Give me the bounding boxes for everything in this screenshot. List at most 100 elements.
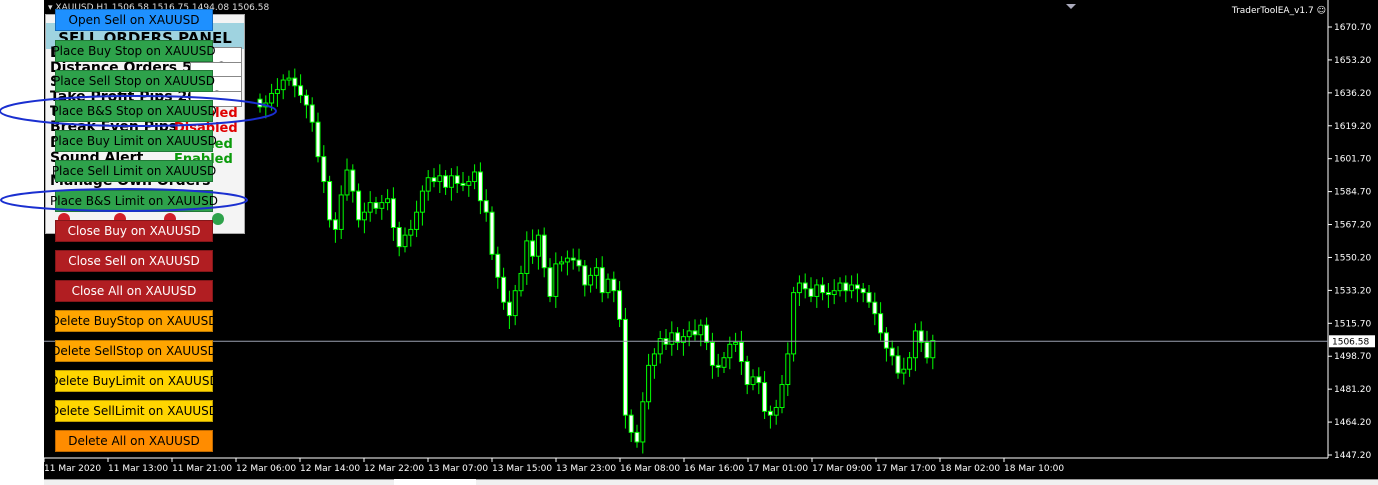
candle-body <box>454 175 460 184</box>
candle-body <box>588 274 594 286</box>
delete-selllimit-on-xauusd-button[interactable]: Delete SellLimit on XAUUSD <box>50 400 218 422</box>
time-tick-label: 17 Mar 17:00 <box>876 464 936 474</box>
candle-body <box>791 292 797 355</box>
candle-body <box>425 177 431 192</box>
price-tick-label: 1636.20 <box>1334 89 1371 99</box>
price-tick-label: 1481.20 <box>1334 385 1371 395</box>
candle-body <box>924 341 930 359</box>
candle-body <box>506 301 512 317</box>
candle-body <box>762 382 768 412</box>
candle-body <box>611 278 617 292</box>
candle-body <box>831 290 837 296</box>
candle-body <box>501 276 507 303</box>
price-tick-label: 1619.20 <box>1334 122 1371 132</box>
close-sell-on-xauusd-button[interactable]: Close Sell on XAUUSD <box>55 250 213 272</box>
place-buy-stop-on-xauusd-button[interactable]: Place Buy Stop on XAUUSD <box>52 40 216 62</box>
candle-body <box>785 353 791 386</box>
candle-body <box>576 259 582 267</box>
price-tick-label: 1653.20 <box>1334 56 1371 66</box>
candle-body <box>669 332 675 345</box>
candle-body <box>727 343 733 359</box>
close-all-on-xauusd-button[interactable]: Close All on XAUUSD <box>55 280 213 302</box>
time-tick-label: 11 Mar 2020 <box>44 464 101 474</box>
place-b-s-limit-on-xauusd-button[interactable]: Place B&S Limit on XAUUSD <box>50 190 218 212</box>
price-tick-label: 1498.70 <box>1334 352 1371 362</box>
candle-body <box>332 219 338 230</box>
close-buy-on-xauusd-button[interactable]: Close Buy on XAUUSD <box>55 220 213 242</box>
candle-body <box>698 324 704 336</box>
candle-body <box>373 202 379 209</box>
delete-sellstop-on-xauusd-button[interactable]: Delete SellStop on XAUUSD <box>51 340 217 362</box>
candle-body <box>686 330 692 338</box>
collapse-triangle-icon[interactable]: ▾ <box>48 3 53 13</box>
time-tick-label: 17 Mar 09:00 <box>812 464 872 474</box>
current-price-label: 1506.58 <box>1332 337 1369 347</box>
delete-buylimit-on-xauusd-button[interactable]: Delete BuyLimit on XAUUSD <box>49 370 219 392</box>
candle-body <box>825 292 831 296</box>
ea-name-label: TraderToolEA_v1.7 ☺ <box>1232 6 1326 16</box>
time-tick-label: 12 Mar 14:00 <box>300 464 360 474</box>
candle-body <box>593 267 599 276</box>
candle-body <box>390 198 396 228</box>
candle-body <box>912 330 918 359</box>
candle-body <box>918 330 924 343</box>
candle-body <box>472 171 478 183</box>
candle-body <box>640 401 646 443</box>
candle-body <box>437 175 443 183</box>
candle-body <box>466 181 472 186</box>
candle-body <box>350 169 356 192</box>
candle-body <box>460 182 466 186</box>
candle-body <box>617 290 623 320</box>
candle-body <box>796 282 802 294</box>
candle-body <box>808 288 814 297</box>
chart-shift-marker-icon[interactable] <box>1066 4 1076 9</box>
time-tick-label: 17 Mar 01:00 <box>748 464 808 474</box>
candle-body <box>431 177 437 183</box>
candle-body <box>570 257 576 261</box>
candle-body <box>553 263 559 297</box>
candle-body <box>321 156 327 183</box>
candle-body <box>443 175 449 188</box>
candle-body <box>721 357 727 368</box>
candle-body <box>802 282 808 290</box>
candle-body <box>582 265 588 286</box>
candle-body <box>837 282 843 292</box>
place-buy-limit-on-xauusd-button[interactable]: Place Buy Limit on XAUUSD <box>51 130 217 152</box>
candle-body <box>263 102 269 108</box>
place-b-s-stop-on-xauusd-button[interactable]: Place B&S Stop on XAUUSD <box>51 100 217 122</box>
candle-body <box>257 98 263 108</box>
time-tick-label: 16 Mar 08:00 <box>620 464 680 474</box>
candle-body <box>379 202 385 209</box>
time-tick-label: 13 Mar 15:00 <box>492 464 552 474</box>
candle-body <box>733 341 739 345</box>
candle-body <box>738 341 744 363</box>
price-tick-label: 1533.20 <box>1334 286 1371 296</box>
price-tick-label: 1515.70 <box>1334 319 1371 329</box>
delete-buystop-on-xauusd-button[interactable]: Delete BuyStop on XAUUSD <box>51 310 217 332</box>
candle-body <box>315 121 321 158</box>
candle-body <box>489 211 495 255</box>
delete-all-on-xauusd-button[interactable]: Delete All on XAUUSD <box>55 430 213 452</box>
price-tick-label: 1447.20 <box>1334 451 1371 461</box>
candle-body <box>367 202 373 213</box>
candle-body <box>280 79 286 91</box>
open-sell-on-xauusd-button[interactable]: Open Sell on XAUUSD <box>55 9 213 31</box>
status-dot-icon[interactable] <box>212 213 224 225</box>
candle-body <box>704 324 710 343</box>
candle-body <box>895 355 901 374</box>
candle-body <box>559 261 565 265</box>
place-sell-limit-on-xauusd-button[interactable]: Place Sell Limit on XAUUSD <box>52 160 216 182</box>
time-tick-label: 13 Mar 07:00 <box>428 464 488 474</box>
candle-body <box>512 290 518 317</box>
candle-body <box>767 410 773 416</box>
place-sell-stop-on-xauusd-button[interactable]: Place Sell Stop on XAUUSD <box>53 70 215 92</box>
scrollbar-right[interactable] <box>476 479 1378 485</box>
candle-body <box>889 347 895 357</box>
candle-body <box>477 171 483 202</box>
candle-body <box>820 284 826 294</box>
candle-body <box>327 181 333 221</box>
candle-body <box>535 234 541 257</box>
candle-body <box>599 267 605 294</box>
scrollbar-left[interactable] <box>44 479 394 485</box>
candle-body <box>564 257 570 263</box>
